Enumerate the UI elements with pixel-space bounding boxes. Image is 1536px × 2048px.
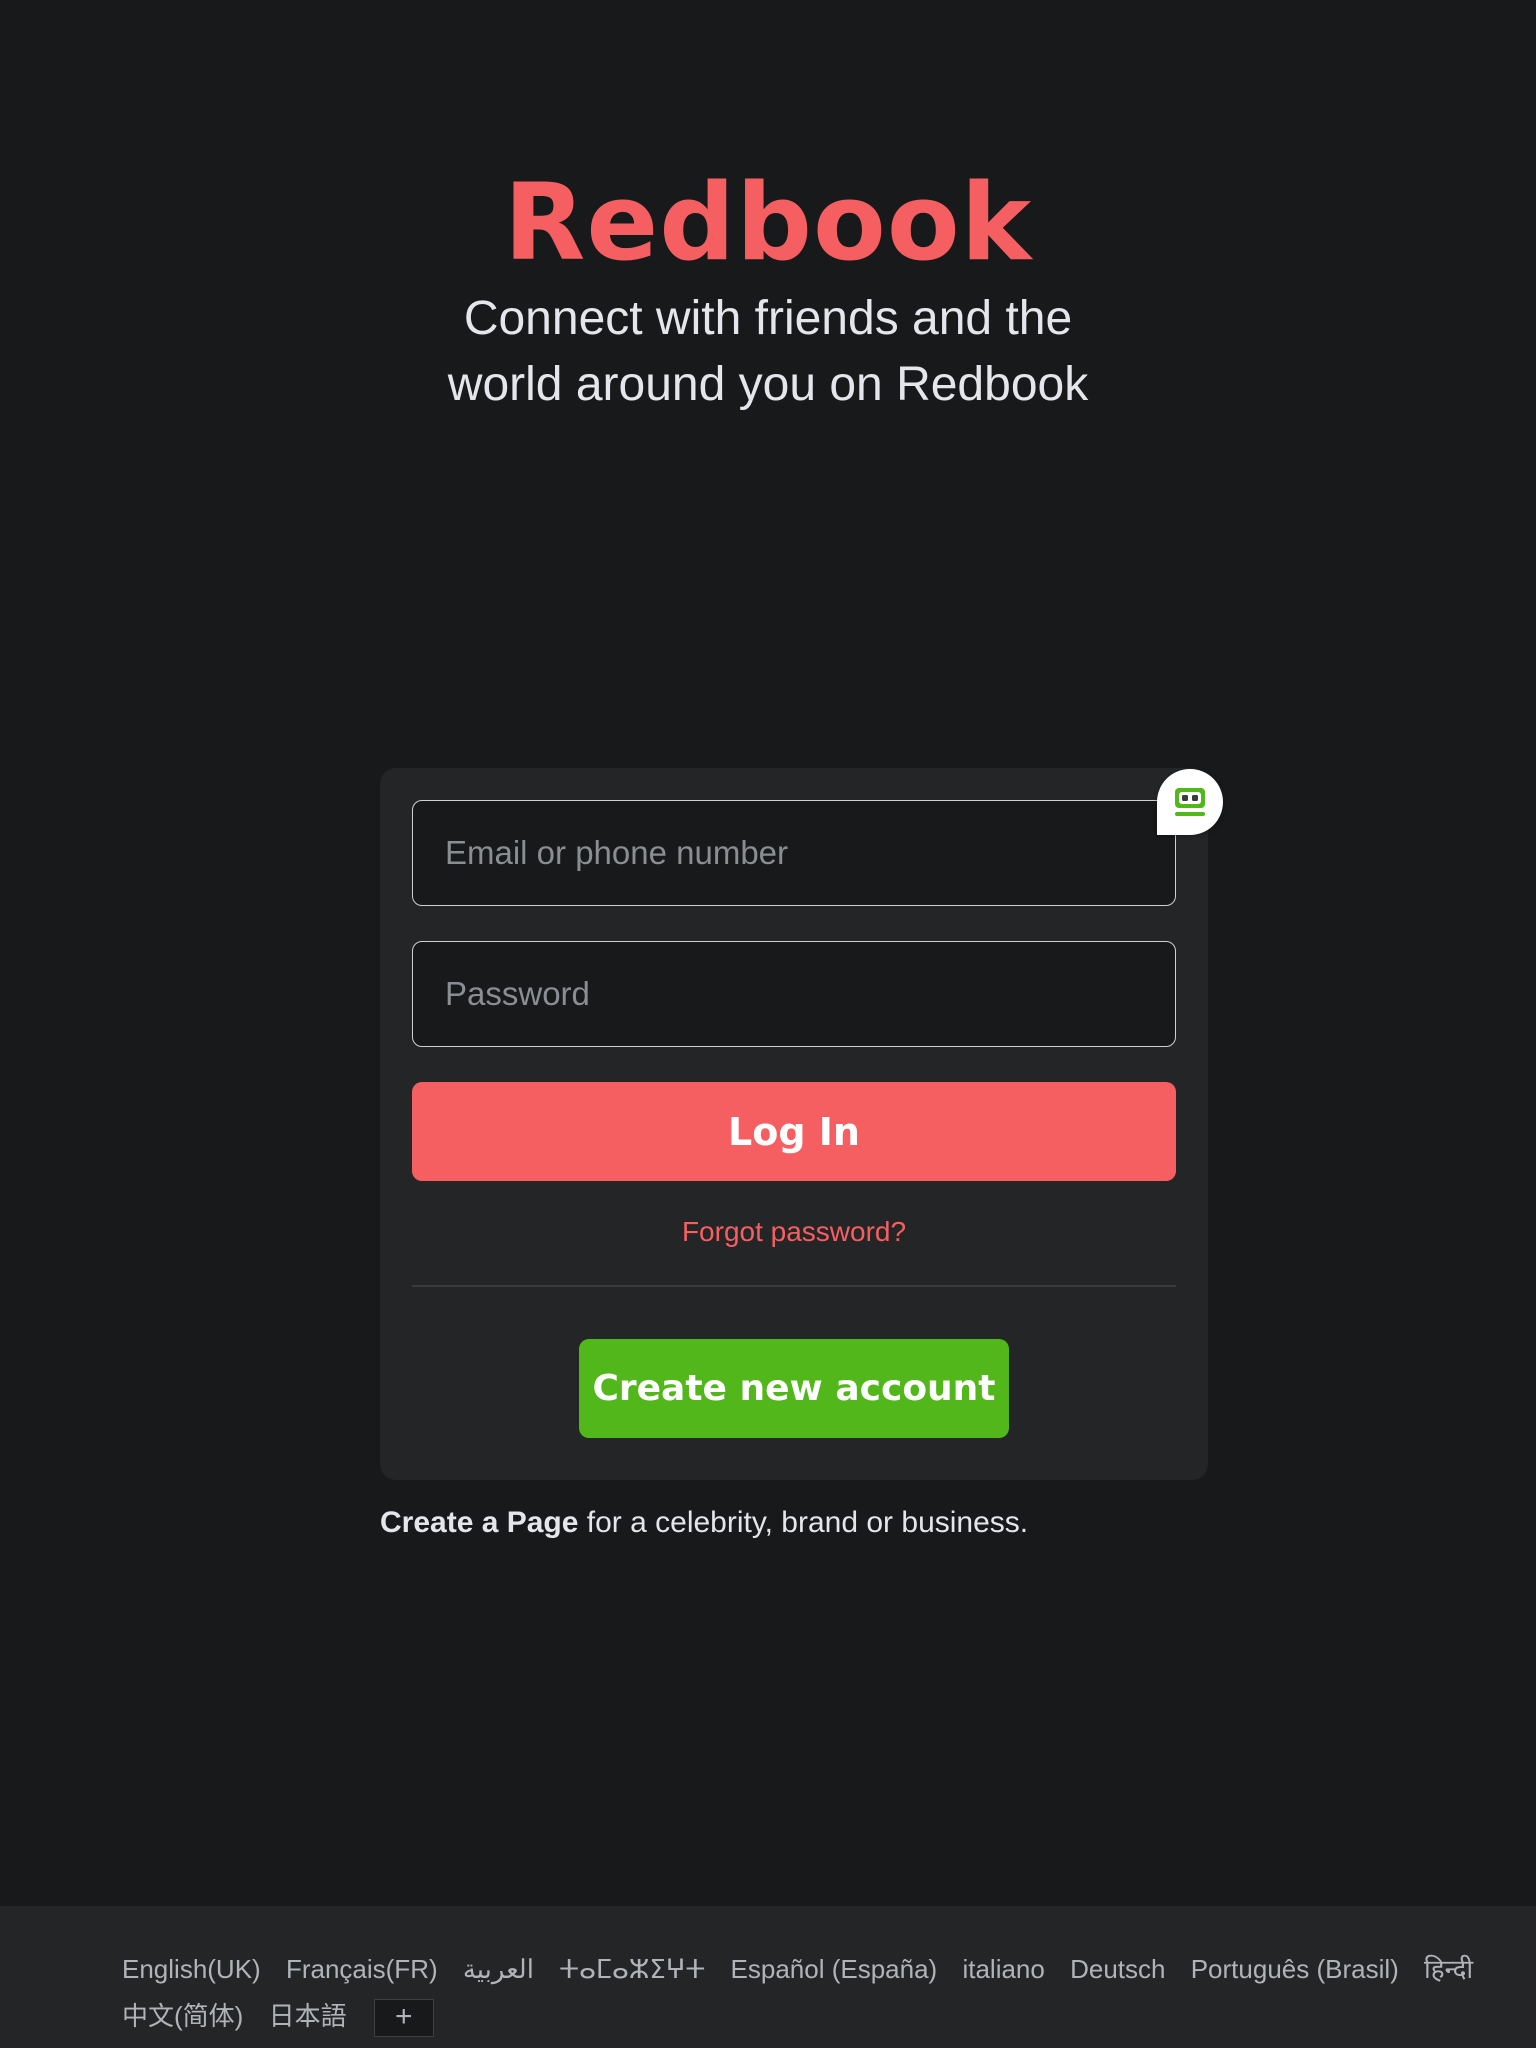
language-italian[interactable]: italiano [962,1954,1044,1985]
language-portuguese[interactable]: Português (Brasil) [1191,1954,1399,1985]
language-spanish[interactable]: Español (España) [731,1954,938,1985]
language-japanese[interactable]: 日本語 [269,1996,347,2033]
login-card: Log In Forgot password? Create new accou… [380,768,1208,1480]
language-german[interactable]: Deutsch [1070,1954,1165,1985]
language-row-1: English(UK) Français(FR) العربية ⵜⴰⵎⴰⵣⵉⵖ… [122,1950,1491,1986]
create-page-text: Create a Page for a celebrity, brand or … [380,1506,1028,1540]
create-page-link[interactable]: Create a Page [380,1506,578,1539]
tagline: Connect with friends and the world aroun… [447,292,1089,411]
login-button[interactable]: Log In [412,1082,1176,1181]
create-account-button[interactable]: Create new account [579,1339,1009,1438]
more-languages-button[interactable]: + [373,1999,434,2038]
hero: Redbook Connect with friends and the wor… [0,160,1536,418]
create-page-description: for a celebrity, brand or business. [578,1506,1029,1539]
language-hindi[interactable]: हिन्दी [1424,1950,1473,1986]
language-tamazight[interactable]: ⵜⴰⵎⴰⵣⵉⵖⵜ [559,1954,705,1985]
language-row-2: 中文(简体) 日本語 + [122,1996,434,2038]
language-arabic[interactable]: العربية [463,1954,534,1985]
password-manager-icon[interactable] [1157,769,1223,835]
password-input[interactable] [412,941,1176,1047]
language-english-uk[interactable]: English(UK) [122,1954,261,1985]
email-input[interactable] [412,800,1176,906]
forgot-password-link[interactable]: Forgot password? [412,1216,1176,1248]
logo: Redbook [503,161,1033,284]
divider [412,1285,1176,1287]
language-french[interactable]: Français(FR) [286,1954,438,1985]
language-chinese[interactable]: 中文(简体) [122,1996,243,2033]
